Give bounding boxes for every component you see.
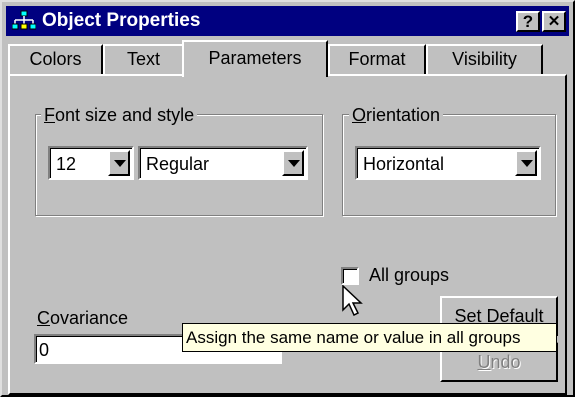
hierarchy-icon	[12, 10, 36, 30]
chevron-down-icon[interactable]	[282, 150, 304, 176]
font-style-select[interactable]: Regular	[138, 146, 308, 180]
tab-parameters[interactable]: Parameters	[182, 40, 328, 77]
font-size-value: 12	[56, 154, 77, 174]
tab-visibility[interactable]: Visibility	[426, 44, 543, 75]
chevron-down-icon[interactable]	[108, 150, 130, 176]
close-button[interactable]: ✕	[542, 11, 566, 32]
help-button[interactable]: ?	[516, 11, 540, 32]
title-bar[interactable]: Object Properties ? ✕	[6, 6, 569, 36]
font-style-value: Regular	[146, 154, 210, 174]
window-title: Object Properties	[42, 10, 201, 31]
covariance-label: Covariance	[37, 308, 129, 328]
font-size-style-label: Font size and style	[41, 105, 198, 125]
orientation-label: Orientation	[349, 105, 444, 125]
all-groups-checkbox[interactable]	[341, 267, 359, 285]
tab-text[interactable]: Text	[103, 44, 184, 75]
tab-colors[interactable]: Colors	[8, 44, 103, 75]
orientation-value: Horizontal	[363, 154, 445, 174]
chevron-down-icon[interactable]	[515, 150, 537, 176]
all-groups-label[interactable]: All groups	[369, 264, 449, 286]
object-properties-dialog: Object Properties ? ✕ Colors Text Parame…	[0, 0, 575, 397]
tab-format[interactable]: Format	[328, 44, 426, 75]
orientation-select[interactable]: Horizontal	[355, 146, 541, 180]
tooltip: Assign the same name or value in all gro…	[182, 323, 557, 352]
mouse-pointer-icon	[342, 285, 363, 317]
font-size-select[interactable]: 12	[48, 146, 134, 180]
covariance-value: 0	[39, 340, 50, 360]
